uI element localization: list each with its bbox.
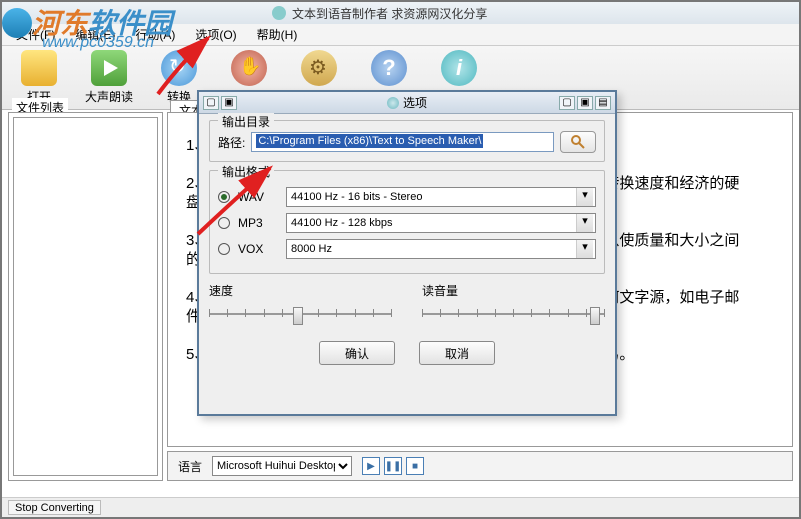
- settings-button[interactable]: [294, 50, 344, 88]
- dialog-title: 选项: [387, 94, 427, 111]
- file-list-panel: [8, 112, 163, 481]
- menu-action[interactable]: 行动(A): [127, 24, 183, 45]
- radio-vox[interactable]: [218, 243, 230, 255]
- output-dir-group: 输出目录 路径: C:\Program Files (x86)\Text to …: [209, 120, 605, 162]
- open-button[interactable]: 打开: [14, 50, 64, 105]
- radio-wav[interactable]: [218, 191, 230, 203]
- app-icon: [272, 6, 286, 20]
- stop-playback-button[interactable]: ■: [406, 457, 424, 475]
- dialog-titlebar[interactable]: ▢ ▣ 选项 ▢ ▣ ▤: [199, 92, 615, 114]
- speaker-icon: [91, 50, 127, 86]
- cancel-button[interactable]: 取消: [419, 341, 495, 365]
- stop-icon: [231, 50, 267, 86]
- output-dir-label: 输出目录: [218, 113, 274, 130]
- gear-icon: [301, 50, 337, 86]
- menu-bar: 文件(F) 编辑(E) 行动(A) 选项(O) 帮助(H): [2, 24, 799, 46]
- speed-slider[interactable]: [209, 303, 392, 327]
- help-icon: ?: [371, 50, 407, 86]
- play-button[interactable]: ▶: [362, 457, 380, 475]
- window-titlebar: 文本到语音制作者 求资源网汉化分享: [2, 2, 799, 24]
- stop-button[interactable]: [224, 50, 274, 88]
- read-aloud-button[interactable]: 大声朗读: [84, 50, 134, 105]
- dialog-close-button[interactable]: ▤: [595, 96, 611, 110]
- file-list[interactable]: [13, 117, 158, 476]
- dialog-min-button[interactable]: ▢: [559, 96, 575, 110]
- transport-controls: ▶ ❚❚ ■: [362, 457, 424, 475]
- convert-icon: [161, 50, 197, 86]
- info-icon: i: [441, 50, 477, 86]
- wav-combo[interactable]: 44100 Hz - 16 bits - Stereo: [286, 187, 596, 207]
- magnifier-icon: [570, 134, 586, 150]
- radio-mp3[interactable]: [218, 217, 230, 229]
- menu-options[interactable]: 选项(O): [187, 24, 244, 45]
- output-format-label: 输出格式: [218, 163, 274, 180]
- speed-label: 速度: [209, 284, 233, 298]
- path-label: 路径:: [218, 134, 245, 151]
- pause-button[interactable]: ❚❚: [384, 457, 402, 475]
- ok-button[interactable]: 确认: [319, 341, 395, 365]
- mp3-combo[interactable]: 44100 Hz - 128 kbps: [286, 213, 596, 233]
- status-text: Stop Converting: [8, 500, 101, 515]
- volume-slider[interactable]: [422, 303, 605, 327]
- window-title: 文本到语音制作者 求资源网汉化分享: [292, 5, 487, 22]
- language-label: 语言: [178, 458, 202, 475]
- wav-label: WAV: [238, 190, 278, 204]
- vox-combo[interactable]: 8000 Hz: [286, 239, 596, 259]
- about-button[interactable]: i: [434, 50, 484, 88]
- dialog-sysbtn[interactable]: ▣: [221, 96, 237, 110]
- menu-file[interactable]: 文件(F): [8, 24, 63, 45]
- menu-help[interactable]: 帮助(H): [249, 24, 306, 45]
- options-dialog: ▢ ▣ 选项 ▢ ▣ ▤ 输出目录 路径: C:\Program Files (…: [197, 90, 617, 416]
- language-select[interactable]: Microsoft Huihui Desktop: [212, 456, 352, 476]
- dialog-max-button[interactable]: ▣: [577, 96, 593, 110]
- language-bar: 语言 Microsoft Huihui Desktop ▶ ❚❚ ■: [167, 451, 793, 481]
- help-button[interactable]: ?: [364, 50, 414, 88]
- browse-button[interactable]: [560, 131, 596, 153]
- mp3-label: MP3: [238, 216, 278, 230]
- dialog-sysbtn[interactable]: ▢: [203, 96, 219, 110]
- vox-label: VOX: [238, 242, 278, 256]
- path-input[interactable]: C:\Program Files (x86)\Text to Speech Ma…: [251, 132, 554, 152]
- status-bar: Stop Converting: [2, 497, 799, 517]
- output-format-group: 输出格式 WAV 44100 Hz - 16 bits - Stereo MP3…: [209, 170, 605, 274]
- volume-label: 读音量: [422, 284, 458, 298]
- folder-icon: [21, 50, 57, 86]
- menu-edit[interactable]: 编辑(E): [67, 24, 123, 45]
